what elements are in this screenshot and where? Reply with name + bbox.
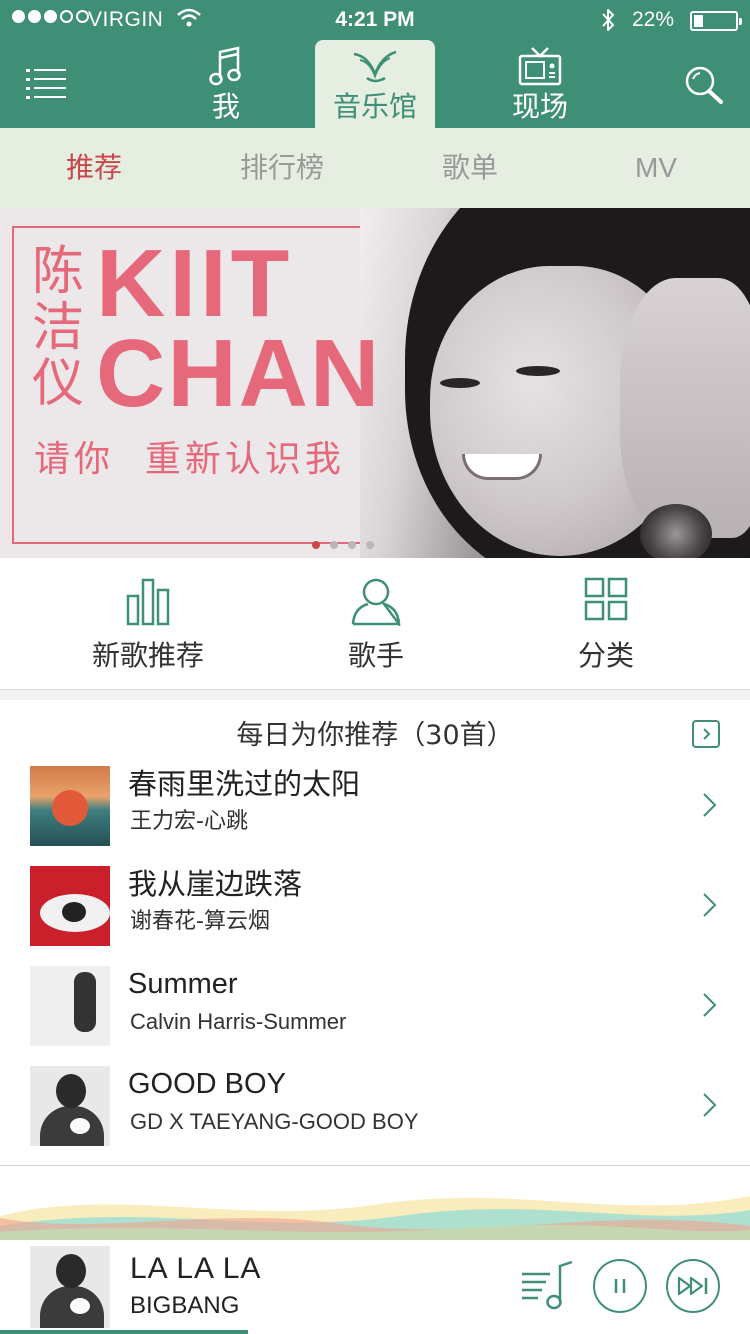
battery-percent: 22% — [632, 8, 675, 31]
quick-entries: 新歌推荐 歌手 分类 — [0, 558, 750, 690]
song-row[interactable]: 我从崖边跌落 谢春花-算云烟 — [0, 858, 750, 958]
now-playing-cover — [30, 1246, 110, 1328]
daily-recommendation: 每日为你推荐（30首） 春雨里洗过的太阳 王力宏-心跳 我从崖边跌落 谢春花-算… — [0, 700, 750, 1166]
song-title: 春雨里洗过的太阳 — [128, 767, 361, 801]
subtab-recommend[interactable]: 推荐 — [24, 128, 164, 208]
banner-name-en-line2: CHAN — [96, 320, 382, 427]
bar-chart-icon — [48, 576, 248, 628]
chevron-right-icon — [703, 793, 717, 817]
chevron-right-icon — [703, 728, 711, 740]
subtab-charts[interactable]: 排行榜 — [212, 128, 352, 208]
tv-icon — [480, 44, 600, 88]
menu-icon[interactable] — [26, 66, 70, 102]
song-subtitle: 王力宏-心跳 — [130, 809, 248, 834]
bird-logo-icon — [315, 44, 435, 88]
promo-banner[interactable]: 陈洁仪 KIIT CHAN 请你 重新认识我 — [0, 208, 750, 558]
entry-new-songs-label: 新歌推荐 — [91, 639, 204, 672]
page-dot[interactable] — [330, 541, 338, 549]
song-row[interactable]: Summer Calvin Harris-Summer — [0, 958, 750, 1058]
song-row[interactable]: GOOD BOY GD X TAEYANG-GOOD BOY — [0, 1058, 750, 1158]
song-row[interactable]: 春雨里洗过的太阳 王力宏-心跳 — [0, 758, 750, 858]
playlist-icon[interactable] — [520, 1258, 574, 1312]
album-cover — [30, 1066, 110, 1146]
pause-button[interactable] — [593, 1259, 647, 1313]
subtab-mv[interactable]: MV — [586, 128, 726, 208]
tab-live[interactable]: 现场 — [480, 40, 600, 128]
sub-tab-bar: 推荐 排行榜 歌单 MV — [0, 128, 750, 208]
tab-live-label: 现场 — [511, 90, 568, 123]
subtab-playlist[interactable]: 歌单 — [400, 128, 540, 208]
entry-new-songs[interactable]: 新歌推荐 — [48, 558, 248, 690]
banner-page-indicator[interactable] — [312, 541, 374, 549]
album-cover — [30, 766, 110, 846]
section-divider — [0, 690, 750, 700]
song-title: GOOD BOY — [128, 1068, 286, 1100]
tab-me[interactable]: 我 — [166, 40, 286, 128]
banner-photo-eye — [440, 378, 480, 388]
entry-categories-label: 分类 — [577, 639, 634, 672]
mini-player[interactable]: LA LA LA BIGBANG — [0, 1240, 750, 1334]
song-subtitle: GD X TAEYANG-GOOD BOY — [130, 1109, 419, 1134]
decorative-wave — [0, 1166, 750, 1240]
chevron-right-icon — [703, 993, 717, 1017]
album-cover — [30, 966, 110, 1046]
banner-photo-hand — [620, 278, 750, 538]
tab-me-label: 我 — [211, 90, 240, 123]
search-icon[interactable] — [683, 64, 725, 106]
page-dot-active[interactable] — [312, 541, 320, 549]
pause-icon — [614, 1279, 626, 1293]
music-note-icon — [166, 44, 286, 88]
chevron-right-icon — [703, 893, 717, 917]
entry-categories[interactable]: 分类 — [506, 558, 706, 690]
grid-icon — [506, 576, 706, 628]
banner-tagline: 请你 重新认识我 — [34, 439, 345, 480]
daily-title: 每日为你推荐（30首） — [236, 720, 514, 751]
song-subtitle: Calvin Harris-Summer — [130, 1009, 347, 1034]
banner-name-en-line1: KIIT — [96, 230, 294, 337]
status-bar: VIRGIN 4:21 PM 22% — [0, 0, 750, 40]
battery-icon — [690, 11, 742, 31]
next-button[interactable] — [666, 1259, 720, 1313]
page-dot[interactable] — [366, 541, 374, 549]
tab-music-hall-label: 音乐馆 — [332, 90, 417, 123]
song-title: Summer — [128, 968, 238, 1000]
banner-name-cn: 陈洁仪 — [32, 242, 85, 414]
person-icon — [276, 576, 476, 628]
page-dot[interactable] — [348, 541, 356, 549]
song-title: 我从崖边跌落 — [128, 867, 303, 901]
banner-photo-watch — [640, 504, 712, 558]
song-subtitle: 谢春花-算云烟 — [130, 909, 270, 934]
chevron-right-icon — [703, 1093, 717, 1117]
entry-singers-label: 歌手 — [347, 639, 404, 672]
now-playing-title: LA LA LA — [130, 1252, 262, 1285]
bluetooth-icon — [598, 7, 618, 39]
album-cover — [30, 866, 110, 946]
now-playing-artist: BIGBANG — [130, 1292, 240, 1319]
playback-progress[interactable] — [0, 1330, 750, 1334]
banner-photo-eye — [516, 366, 560, 376]
top-header: VIRGIN 4:21 PM 22% 我 音乐馆 现场 — [0, 0, 750, 128]
entry-singers[interactable]: 歌手 — [276, 558, 476, 690]
skip-next-icon — [677, 1276, 708, 1296]
playback-progress-fill — [0, 1330, 248, 1334]
daily-more-button[interactable] — [692, 720, 720, 748]
tab-music-hall[interactable]: 音乐馆 — [315, 40, 435, 128]
